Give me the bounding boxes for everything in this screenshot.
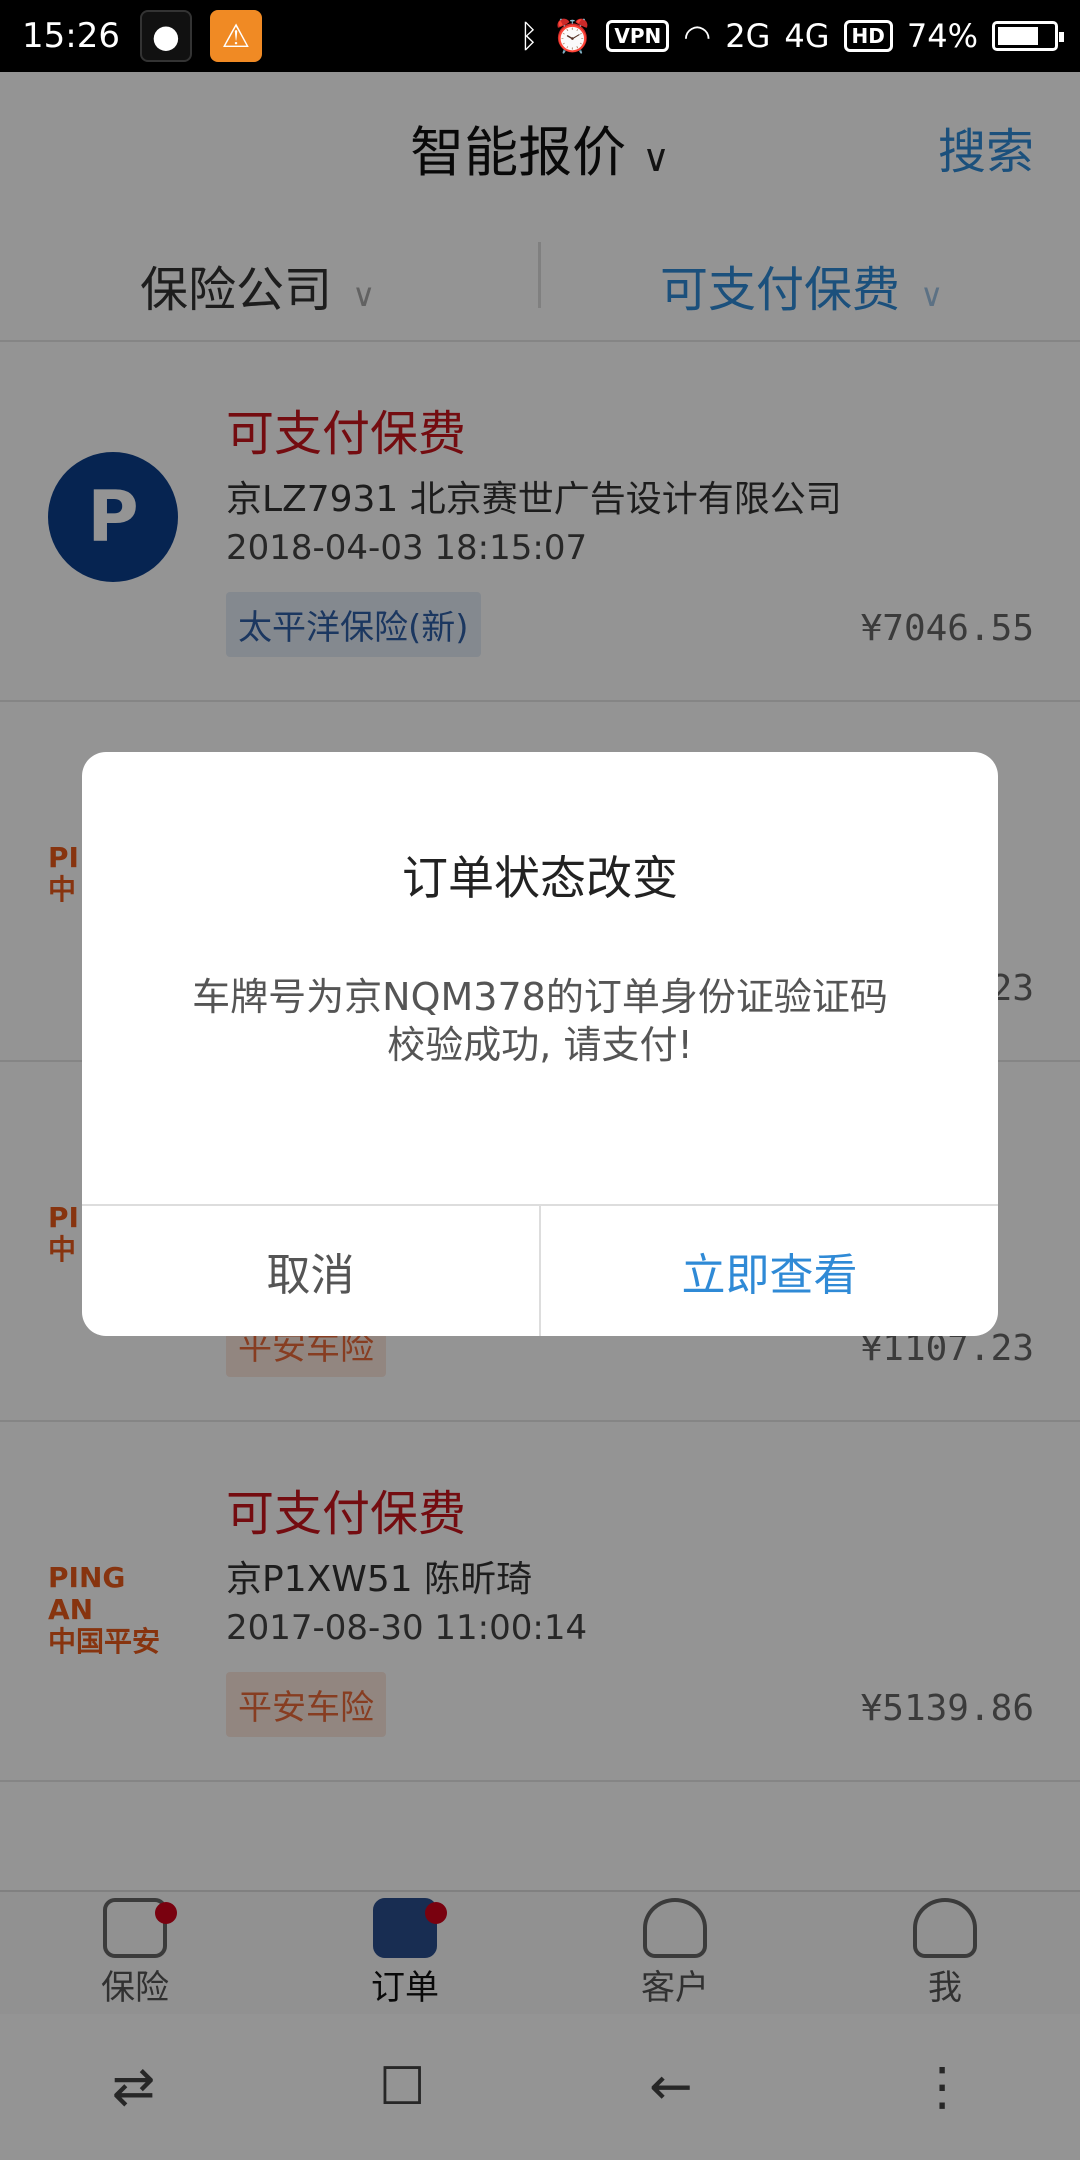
dialog-message-line: 车牌号为京NQM378的订单身份证验证码 — [192, 975, 888, 1019]
status-indicators: ᛒ ⏰ VPN ◠ 2G 4G HD 74% — [519, 17, 1064, 55]
view-now-button[interactable]: 立即查看 — [541, 1206, 998, 1336]
order-status-dialog: 订单状态改变 车牌号为京NQM378的订单身份证验证码 校验成功, 请支付! 取… — [82, 752, 998, 1336]
warning-notification-icon: ⚠ — [209, 10, 262, 62]
battery-icon — [992, 21, 1064, 51]
signal-2g: 2G — [725, 17, 771, 55]
dialog-message: 车牌号为京NQM378的订单身份证验证码 校验成功, 请支付! — [142, 974, 938, 1069]
bluetooth-icon: ᛒ — [519, 17, 539, 55]
status-bar: 15:26 ● ⚠ ᛒ ⏰ VPN ◠ 2G 4G HD 74% — [0, 0, 1080, 72]
cancel-button[interactable]: 取消 — [82, 1206, 541, 1336]
status-time: 15:26 — [22, 16, 120, 56]
alarm-icon: ⏰ — [552, 17, 593, 55]
vpn-icon: VPN — [606, 20, 670, 52]
wifi-icon: ◠ — [683, 17, 712, 55]
dialog-buttons: 取消 立即查看 — [82, 1204, 998, 1336]
dialog-title: 订单状态改变 — [402, 851, 678, 905]
wechat-notification-icon: ● — [139, 10, 192, 62]
hd-icon: HD — [843, 20, 893, 52]
battery-percent: 74% — [906, 17, 978, 55]
battery-fill — [998, 27, 1038, 45]
signal-4g: 4G — [784, 17, 830, 55]
dialog-message-line: 校验成功, 请支付! — [387, 1022, 693, 1067]
